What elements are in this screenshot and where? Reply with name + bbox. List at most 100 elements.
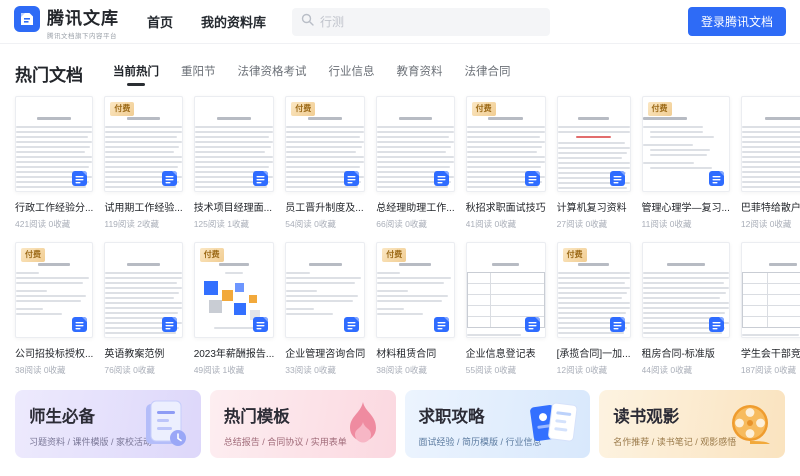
doc-file-icon	[609, 171, 625, 186]
doc-stats: 12阅读 0收藏	[556, 365, 608, 375]
doc-stats: 12阅读 0收藏	[740, 219, 792, 229]
paid-tag: 付费	[471, 102, 496, 116]
tab[interactable]: 重阳节	[181, 63, 216, 86]
doc-stats: 38阅读 0收藏	[376, 365, 427, 375]
promo-banners: 师生必备 习题资料 / 课件模版 / 家校活动 热门模板 总结报告 / 合同协议…	[0, 376, 800, 458]
doc-file-icon	[708, 317, 724, 332]
doc-file-icon	[433, 317, 449, 332]
doc-stats: 49阅读 1收藏	[193, 365, 245, 375]
doc-thumbnail[interactable]: 付费	[193, 242, 275, 338]
tab[interactable]: 行业信息	[329, 63, 375, 86]
doc-thumbnail[interactable]: 付费	[285, 96, 366, 192]
doc-file-icon	[161, 171, 177, 186]
doc-thumbnail[interactable]: 付费	[376, 242, 455, 338]
doc-title: 学生会干部竞选...	[740, 349, 800, 360]
document-card[interactable]: 付费 2023年薪酬报告... 49阅读 1收藏	[193, 242, 275, 376]
documents-grid: 行政工作经验分... 421阅读 0收藏 付费 试用期工作经验... 119阅读…	[0, 86, 800, 376]
document-card[interactable]: 付费 公司招投标授权... 38阅读 0收藏	[15, 242, 94, 376]
doc-file-icon	[609, 317, 625, 332]
doc-preview-lines	[741, 97, 800, 191]
document-card[interactable]: 付费 员工晋升制度及... 54阅读 0收藏	[285, 96, 366, 230]
doc-preview-lines	[741, 243, 800, 337]
banner-job-hunting[interactable]: 求职攻略 面试经验 / 简历模版 / 行业信息	[404, 390, 591, 458]
tab[interactable]: 教育资料	[397, 63, 443, 86]
doc-thumbnail[interactable]	[376, 96, 455, 192]
doc-file-icon	[433, 171, 449, 186]
logo[interactable]: 腾讯文库 腾讯文档旗下内容平台	[14, 4, 119, 40]
login-button[interactable]: 登录腾讯文档	[687, 7, 786, 36]
tab[interactable]: 法律资格考试	[238, 63, 307, 86]
logo-icon	[14, 6, 40, 37]
document-card[interactable]: 技术项目经理面... 125阅读 1收藏	[193, 96, 275, 230]
paid-tag: 付费	[110, 102, 135, 116]
doc-stats: 38阅读 0收藏	[15, 365, 66, 375]
doc-thumbnail[interactable]: 付费	[15, 242, 94, 338]
document-card[interactable]: 行政工作经验分... 421阅读 0收藏	[15, 96, 94, 230]
document-card[interactable]: 企业管理咨询合同 33阅读 0收藏	[285, 242, 366, 376]
doc-title: 员工晋升制度及...	[285, 203, 364, 214]
tabs: 当前热门 重阳节 法律资格考试 行业信息 教育资料 法律合同	[113, 63, 511, 86]
doc-title: 企业管理咨询合同	[285, 349, 366, 360]
doc-title: 行政工作经验分...	[15, 203, 94, 214]
banner-reading-movies[interactable]: 读书观影 名作推荐 / 读书笔记 / 观影感悟	[599, 390, 785, 458]
doc-thumbnail[interactable]	[740, 242, 800, 338]
doc-file-icon	[72, 317, 88, 332]
doc-title: 公司招投标授权...	[15, 349, 94, 360]
document-card[interactable]: 付费 秋招求职面试技巧 41阅读 0收藏	[465, 96, 546, 230]
search-input[interactable]	[320, 14, 542, 29]
document-card[interactable]: 付费 材料租赁合同 38阅读 0收藏	[376, 242, 455, 376]
doc-stats: 27阅读 0收藏	[556, 219, 608, 229]
paid-tag: 付费	[291, 102, 316, 116]
doc-thumbnail[interactable]: 付费	[556, 242, 631, 338]
document-card[interactable]: 英语教案范例 76阅读 0收藏	[104, 242, 183, 376]
doc-thumbnail[interactable]	[465, 242, 546, 338]
document-card[interactable]: 计算机复习资料 27阅读 0收藏	[556, 96, 631, 230]
doc-thumbnail[interactable]	[641, 242, 730, 338]
nav-item-my-library[interactable]: 我的资料库	[201, 12, 266, 31]
doc-stats: 187阅读 0收藏	[740, 365, 797, 375]
doc-thumbnail[interactable]: 付费	[104, 96, 183, 192]
doc-title: 租房合同-标准版	[641, 349, 715, 360]
doc-stats: 44阅读 0收藏	[641, 365, 693, 375]
document-card[interactable]: 付费 管理心理学—复习... 11阅读 0收藏	[641, 96, 730, 230]
doc-title: 试用期工作经验...	[104, 203, 183, 214]
tab[interactable]: 法律合同	[465, 63, 511, 86]
doc-thumbnail[interactable]	[740, 96, 800, 192]
doc-title: 技术项目经理面...	[193, 203, 273, 214]
document-card[interactable]: 付费 [承揽合同]一加... 12阅读 0收藏	[556, 242, 631, 376]
doc-title: 计算机复习资料	[556, 203, 627, 214]
doc-title: 巴菲特给散户的9...	[740, 203, 800, 214]
doc-file-icon	[344, 317, 360, 332]
doc-file-icon	[524, 171, 540, 186]
nav-item-home[interactable]: 首页	[147, 12, 173, 31]
doc-stats: 125阅读 1收藏	[193, 219, 249, 229]
doc-title: 材料租赁合同	[376, 349, 437, 360]
doc-stats: 119阅读 2收藏	[104, 219, 159, 229]
search-box[interactable]	[292, 7, 551, 36]
logo-tagline: 腾讯文档旗下内容平台	[47, 32, 117, 40]
doc-file-icon	[253, 171, 269, 186]
doc-thumbnail[interactable]	[104, 242, 183, 338]
doc-file-icon	[253, 317, 269, 332]
doc-file-icon	[72, 171, 88, 186]
document-card[interactable]: 付费 试用期工作经验... 119阅读 2收藏	[104, 96, 183, 230]
doc-thumbnail[interactable]	[15, 96, 94, 192]
paid-tag: 付费	[382, 248, 407, 262]
doc-thumbnail[interactable]	[556, 96, 631, 192]
hot-docs-section-head: 热门文档 当前热门 重阳节 法律资格考试 行业信息 教育资料 法律合同	[0, 44, 800, 86]
tab[interactable]: 当前热门	[113, 63, 159, 86]
doc-thumbnail[interactable]: 付费	[641, 96, 730, 192]
document-card[interactable]: 企业信息登记表 55阅读 0收藏	[465, 242, 546, 376]
doc-thumbnail[interactable]	[285, 242, 366, 338]
doc-thumbnail[interactable]: 付费	[465, 96, 546, 192]
document-card[interactable]: 巴菲特给散户的9... 12阅读 0收藏	[740, 96, 800, 230]
doc-title: 2023年薪酬报告...	[193, 349, 275, 360]
doc-file-icon	[161, 317, 177, 332]
document-card[interactable]: 总经理助理工作... 66阅读 0收藏	[376, 96, 455, 230]
banner-hot-templates[interactable]: 热门模板 总结报告 / 合同协议 / 实用表单	[209, 390, 396, 458]
doc-thumbnail[interactable]	[193, 96, 275, 192]
banner-teacher-student[interactable]: 师生必备 习题资料 / 课件模版 / 家校活动	[15, 390, 201, 458]
doc-stats: 33阅读 0收藏	[285, 365, 336, 375]
document-card[interactable]: 学生会干部竞选... 187阅读 0收藏	[740, 242, 800, 376]
document-card[interactable]: 租房合同-标准版 44阅读 0收藏	[641, 242, 730, 376]
